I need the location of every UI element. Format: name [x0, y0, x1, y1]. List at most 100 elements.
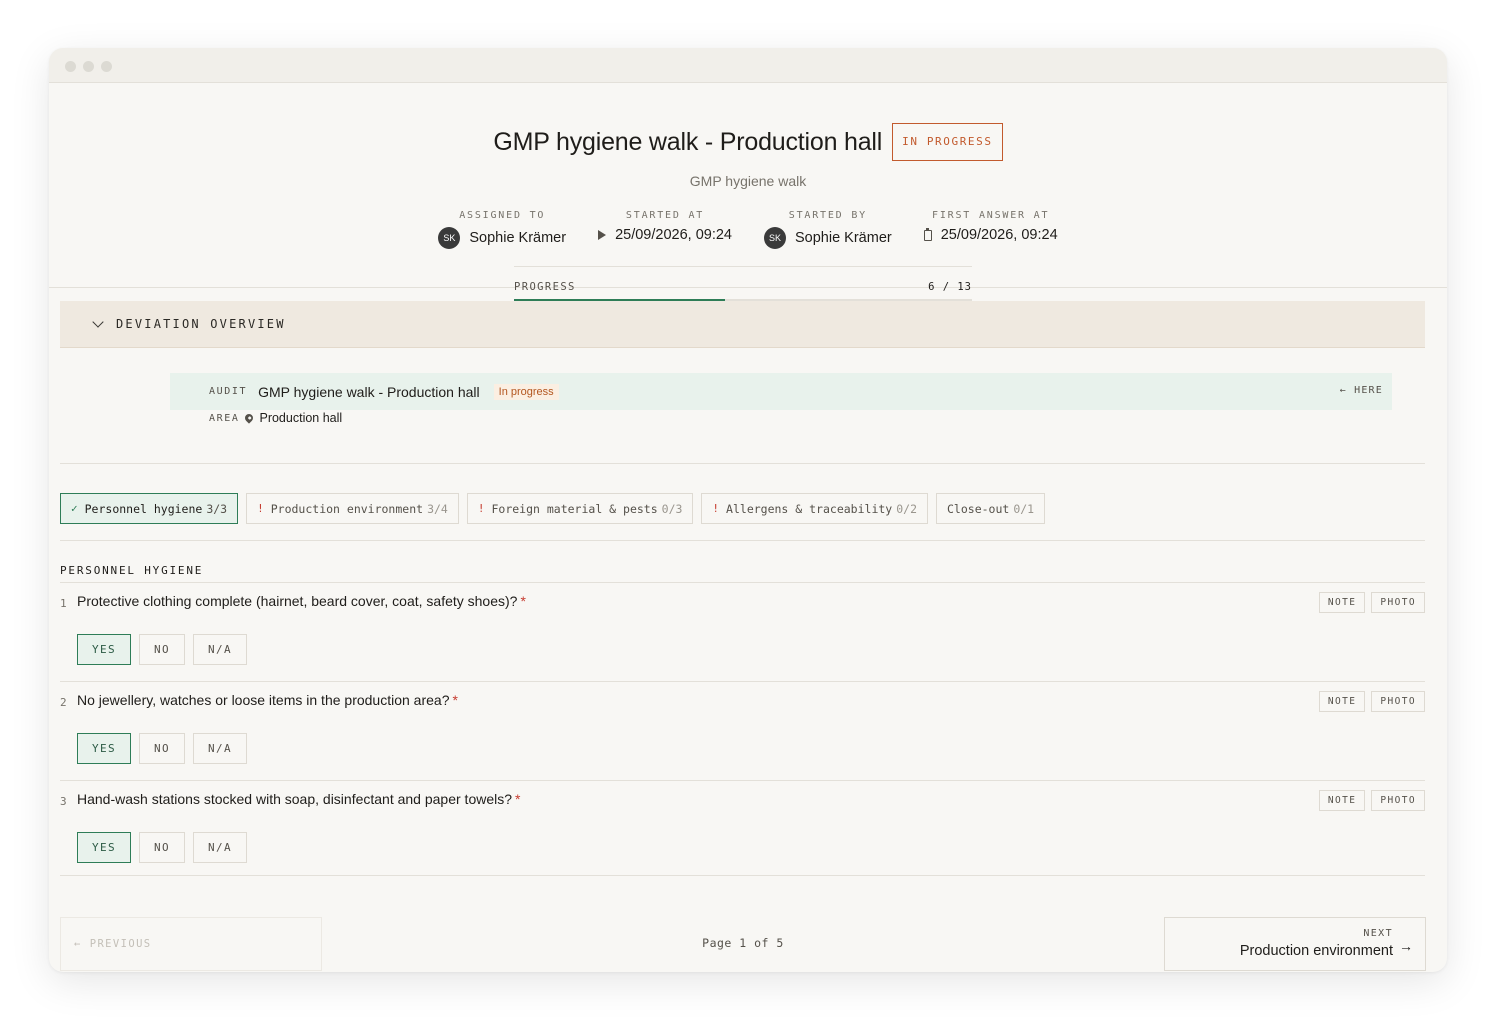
area-tag: AREA [209, 412, 240, 424]
tab-label: Personnel hygiene [84, 501, 203, 516]
tab-foreign-material-pests[interactable]: ! Foreign material & pests 0/3 [466, 493, 694, 524]
tab-count: 0/3 [661, 501, 683, 516]
meta-value-row: SK Sophie Krämer [764, 227, 892, 249]
audit-header: GMP hygiene walk - Production hall IN PR… [49, 83, 1447, 304]
tab-production-environment[interactable]: ! Production environment 3/4 [246, 493, 459, 524]
photo-button[interactable]: PHOTO [1371, 790, 1425, 811]
answer-no-button[interactable]: NO [139, 733, 185, 764]
question-label: Hand-wash stations stocked with soap, di… [77, 791, 513, 807]
app-window: GMP hygiene walk - Production hall IN PR… [49, 48, 1447, 972]
progress-section: PROGRESS 6 / 13 [514, 266, 972, 304]
answer-na-button[interactable]: N/A [193, 733, 247, 764]
answer-yes-button[interactable]: YES [77, 634, 131, 665]
progress-label: PROGRESS [514, 281, 576, 293]
tab-count: 0/2 [896, 501, 917, 516]
question-text: Hand-wash stations stocked with soap, di… [77, 791, 520, 807]
tab-count: 3/3 [206, 501, 228, 516]
tab-count: 3/4 [427, 501, 448, 516]
meta-value: 25/09/2026, 09:24 [615, 227, 732, 243]
meta-started-at: STARTED AT 25/09/2026, 09:24 [598, 210, 732, 249]
tab-close-out[interactable]: Close-out 0/1 [936, 493, 1046, 524]
meta-label: FIRST ANSWER AT [932, 210, 1050, 221]
status-badge: IN PROGRESS [892, 123, 1003, 161]
divider [60, 463, 1425, 464]
window-titlebar [49, 48, 1447, 83]
title-row: GMP hygiene walk - Production hall IN PR… [49, 123, 1447, 161]
answer-no-button[interactable]: NO [139, 832, 185, 863]
tab-count: 0/1 [1013, 501, 1035, 516]
tab-label: Allergens & traceability [726, 501, 893, 516]
page-subtitle: GMP hygiene walk [689, 173, 807, 189]
photo-button[interactable]: PHOTO [1371, 691, 1425, 712]
tab-allergens-traceability[interactable]: ! Allergens & traceability 0/2 [701, 493, 928, 524]
warning-icon: ! [477, 502, 485, 515]
warning-icon: ! [712, 502, 720, 515]
deviation-overview-label: DEVIATION OVERVIEW [116, 317, 286, 331]
audit-name: GMP hygiene walk - Production hall [258, 383, 480, 400]
question-number: 1 [60, 597, 67, 610]
page-title: GMP hygiene walk - Production hall [493, 127, 883, 156]
meta-value-row: SK Sophie Krämer [438, 227, 566, 249]
deviation-overview-toggle[interactable]: DEVIATION OVERVIEW [60, 301, 1425, 348]
question-number: 2 [60, 696, 67, 709]
meta-first-answer-at: FIRST ANSWER AT 25/09/2026, 09:24 [923, 210, 1058, 249]
window-zoom-dot[interactable] [101, 61, 112, 72]
area-name: Production hall [259, 411, 343, 425]
audit-area-row: AREA Production hall [209, 410, 342, 426]
answer-yes-button[interactable]: YES [77, 832, 131, 863]
photo-button[interactable]: PHOTO [1371, 592, 1425, 613]
meta-value-row: 25/09/2026, 09:24 [598, 227, 732, 243]
question-text: Protective clothing complete (hairnet, b… [77, 593, 526, 609]
section-tabs: ✓ Personnel hygiene 3/3 ! Production env… [60, 493, 1046, 524]
section-title: PERSONNEL HYGIENE [60, 564, 204, 577]
window-close-dot[interactable] [65, 61, 76, 72]
here-marker: ← HERE [1339, 385, 1383, 396]
meta-value: Sophie Krämer [469, 230, 567, 246]
answer-options: YES NO N/A [77, 832, 247, 863]
note-button[interactable]: NOTE [1318, 592, 1366, 613]
answer-na-button[interactable]: N/A [193, 634, 247, 665]
location-pin-icon [243, 412, 256, 424]
warning-icon: ! [257, 502, 264, 515]
meta-started-by: STARTED BY SK Sophie Krämer [764, 210, 892, 249]
clipboard-icon [923, 227, 932, 241]
tab-label: Production environment [270, 501, 424, 516]
audit-meta: ASSIGNED TO SK Sophie Krämer STARTED AT … [49, 210, 1447, 249]
answer-no-button[interactable]: NO [139, 634, 185, 665]
answer-options: YES NO N/A [77, 634, 247, 665]
meta-label: STARTED AT [625, 210, 705, 221]
meta-assigned-to: ASSIGNED TO SK Sophie Krämer [438, 210, 566, 249]
answer-na-button[interactable]: N/A [193, 832, 247, 863]
question-label: No jewellery, watches or loose items in … [77, 692, 450, 708]
meta-value: Sophie Krämer [795, 230, 892, 246]
meta-value: 25/09/2026, 09:24 [940, 227, 1058, 243]
question-label: Protective clothing complete (hairnet, b… [77, 593, 518, 609]
required-marker: * [520, 593, 526, 609]
next-button[interactable]: NEXT Production environment → [1164, 917, 1426, 971]
play-icon [598, 230, 607, 240]
question-item: 2 No jewellery, watches or loose items i… [60, 681, 1425, 780]
progress-count: 6 / 13 [928, 281, 972, 293]
answer-yes-button[interactable]: YES [77, 733, 131, 764]
required-marker: * [515, 791, 521, 807]
next-label: NEXT [1363, 928, 1393, 939]
progress-row: PROGRESS 6 / 13 [514, 281, 972, 293]
window-minimize-dot[interactable] [83, 61, 94, 72]
meta-label: STARTED BY [788, 210, 867, 221]
answer-options: YES NO N/A [77, 733, 247, 764]
avatar: SK [764, 227, 786, 249]
question-text: No jewellery, watches or loose items in … [77, 692, 458, 708]
audit-current-row[interactable]: AUDIT GMP hygiene walk - Production hall… [170, 373, 1392, 410]
meta-label: ASSIGNED TO [459, 210, 546, 221]
chevron-down-icon [92, 315, 104, 328]
note-button[interactable]: NOTE [1318, 790, 1366, 811]
divider [60, 875, 1425, 876]
question-item: 1 Protective clothing complete (hairnet,… [60, 582, 1425, 681]
meta-value-row: 25/09/2026, 09:24 [923, 227, 1058, 243]
divider [60, 540, 1425, 541]
note-button[interactable]: NOTE [1318, 691, 1366, 712]
tab-personnel-hygiene[interactable]: ✓ Personnel hygiene 3/3 [60, 493, 239, 524]
check-icon: ✓ [71, 502, 78, 515]
audit-status-badge: In progress [493, 383, 559, 400]
tab-label: Close-out [947, 501, 1010, 516]
